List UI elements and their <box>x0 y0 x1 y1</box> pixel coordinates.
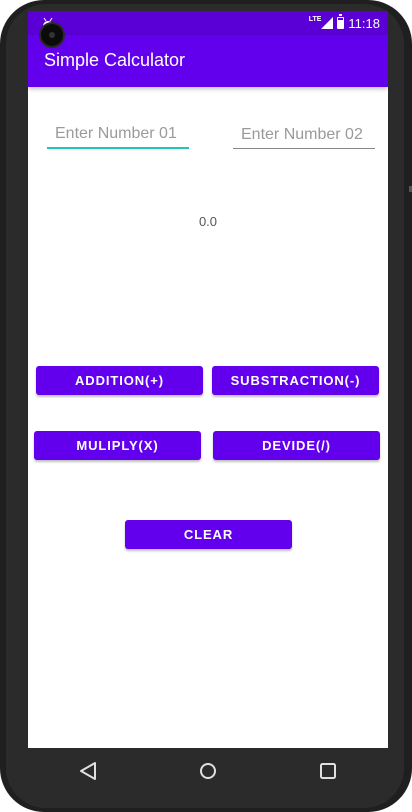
battery-icon <box>337 14 345 29</box>
signal-icon <box>321 17 334 29</box>
screen: LTE 11:18 Simple Calculator 0.0 ADDITION… <box>28 11 388 748</box>
devide-button[interactable]: DEVIDE(/) <box>213 431 380 460</box>
clear-button[interactable]: CLEAR <box>125 520 292 549</box>
status-indicators: LTE 11:18 <box>308 14 380 31</box>
substraction-button[interactable]: SUBSTRACTION(-) <box>212 366 379 395</box>
network-type-label: LTE <box>308 15 322 23</box>
recents-square-icon <box>320 763 336 779</box>
front-camera <box>41 24 63 46</box>
number-2-input[interactable] <box>233 121 375 149</box>
recents-button[interactable] <box>308 751 348 791</box>
phone-frame: LTE 11:18 Simple Calculator 0.0 ADDITION… <box>0 0 412 812</box>
result-text: 0.0 <box>198 214 218 229</box>
status-bar: LTE 11:18 <box>28 11 388 35</box>
app-bar: Simple Calculator <box>28 35 388 87</box>
home-circle-icon <box>200 763 216 779</box>
home-button[interactable] <box>188 751 228 791</box>
app-title: Simple Calculator <box>44 50 186 70</box>
number-1-input[interactable] <box>47 121 189 149</box>
back-button[interactable] <box>68 751 108 791</box>
addition-button[interactable]: ADDITION(+) <box>36 366 203 395</box>
multiply-button[interactable]: MULIPLY(X) <box>34 431 201 460</box>
back-triangle-icon <box>80 762 96 780</box>
navigation-bar <box>28 748 388 794</box>
clock: 11:18 <box>348 15 380 31</box>
